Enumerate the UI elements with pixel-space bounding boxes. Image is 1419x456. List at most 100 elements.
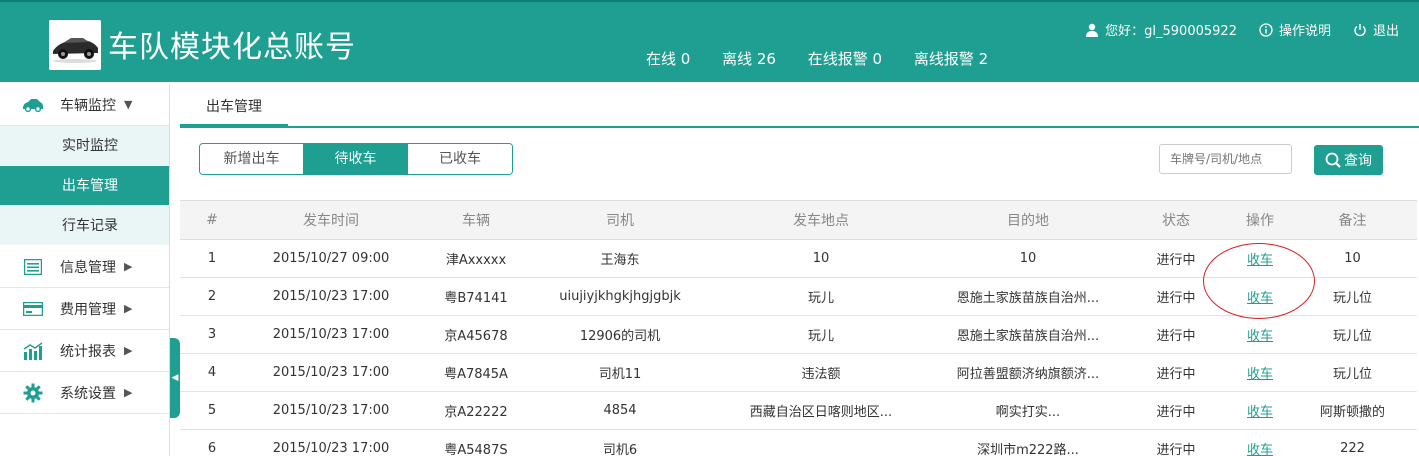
table-cell: 王海东 [534, 239, 706, 278]
return-vehicle-link[interactable]: 收车 [1247, 367, 1273, 382]
table-cell: 进行中 [1120, 315, 1232, 354]
table-cell: 深圳市m222路... [936, 429, 1120, 456]
sidebar-group-fee-management[interactable]: 费用管理 ▶ [0, 288, 169, 330]
table-row: 1 2015/10/27 09:00 津Axxxxx 王海东 10 10 进行中 收车 10 [180, 239, 1417, 278]
column-header: 目的地 [936, 200, 1120, 240]
table-cell: 恩施土家族苗族自治州... [936, 315, 1120, 354]
sidebar-group-statistics[interactable]: 统计报表 ▶ [0, 330, 169, 372]
operation-cell: 收车 [1232, 239, 1288, 278]
table-cell: 进行中 [1120, 277, 1232, 316]
status-stats: 在线 0 离线 26 在线报警 0 离线报警 2 [646, 48, 1015, 69]
table-cell: 阿斯顿撒的 [1288, 391, 1417, 430]
table-row: 5 2015/10/23 17:00 京A22222 4854 西藏自治区日喀则地区..… [180, 391, 1417, 430]
list-icon [22, 257, 44, 277]
column-header: 车辆 [418, 200, 534, 240]
stat-offline-alarm: 离线报警 2 [913, 50, 989, 68]
return-vehicle-link[interactable]: 收车 [1247, 329, 1273, 344]
table-cell: 玩儿位 [1288, 277, 1417, 316]
table-cell: 2015/10/23 17:00 [244, 353, 418, 392]
operation-cell: 收车 [1232, 277, 1288, 316]
table-cell: 3 [180, 315, 244, 354]
table-cell: 进行中 [1120, 239, 1232, 278]
table-cell: 4854 [534, 391, 706, 430]
table-cell: 玩儿位 [1288, 315, 1417, 354]
search-icon [1325, 152, 1341, 168]
search-input[interactable] [1159, 144, 1292, 174]
table-cell: 京A45678 [418, 315, 534, 354]
return-vehicle-link[interactable]: 收车 [1247, 405, 1273, 420]
table-cell: 2015/10/23 17:00 [244, 277, 418, 316]
search-button[interactable]: 查询 [1314, 145, 1383, 175]
caret-right-icon: ▶ [124, 260, 133, 273]
tab-bar: 出车管理 [180, 84, 1419, 128]
stat-offline: 离线 26 [722, 50, 776, 68]
table-cell: 2015/10/23 17:00 [244, 391, 418, 430]
sidebar-group-vehicle-monitor[interactable]: 车辆监控 ▼ [0, 84, 169, 126]
segment-pending-return[interactable]: 待收车 [304, 144, 408, 174]
table-cell: 阿拉善盟额济纳旗额济... [936, 353, 1120, 392]
table-cell: 玩儿位 [1288, 353, 1417, 392]
segment-new-dispatch[interactable]: 新增出车 [200, 144, 304, 174]
table-cell: uiujiyjkhgkjhgjgbjk [534, 277, 706, 316]
table-cell: 10 [1288, 239, 1417, 278]
column-header: 备注 [1288, 200, 1417, 240]
status-segmented-control: 新增出车 待收车 已收车 [199, 143, 513, 175]
user-icon [1086, 23, 1099, 37]
stat-online-alarm: 在线报警 0 [807, 50, 883, 68]
gear-icon [22, 383, 44, 403]
logout-link[interactable]: 退出 [1353, 20, 1399, 39]
table-cell: 违法额 [706, 353, 936, 392]
sidebar-item-dispatch-management[interactable]: 出车管理 [0, 166, 169, 206]
sidebar-collapse-handle[interactable]: ◀ [170, 338, 180, 418]
tab-dispatch-management[interactable]: 出车管理 [180, 84, 288, 128]
table-row: 4 2015/10/23 17:00 粤A7845A 司机11 违法额 阿拉善盟额济纳旗额… [180, 353, 1417, 392]
column-header: 操作 [1232, 200, 1288, 240]
table-cell: 玩儿 [706, 315, 936, 354]
table-cell: 6 [180, 429, 244, 456]
sidebar-item-trip-records[interactable]: 行车记录 [0, 206, 169, 246]
caret-right-icon: ▶ [124, 302, 133, 315]
stat-online: 在线 0 [646, 50, 691, 68]
operation-cell: 收车 [1232, 315, 1288, 354]
table-cell: 进行中 [1120, 391, 1232, 430]
card-icon [22, 299, 44, 319]
table-cell: 10 [936, 239, 1120, 278]
table-cell: 司机11 [534, 353, 706, 392]
table-cell: 进行中 [1120, 429, 1232, 456]
car-icon [22, 95, 44, 115]
sidebar-item-realtime-monitor[interactable]: 实时监控 [0, 126, 169, 166]
table-cell: 恩施土家族苗族自治州... [936, 277, 1120, 316]
power-icon [1354, 23, 1366, 36]
table-cell: 2015/10/23 17:00 [244, 429, 418, 456]
table-row: 3 2015/10/23 17:00 京A45678 12906的司机 玩儿 恩施土家族苗… [180, 315, 1417, 354]
return-vehicle-link[interactable]: 收车 [1247, 253, 1273, 268]
table-cell: 啊实打实... [936, 391, 1120, 430]
table-cell: 司机6 [534, 429, 706, 456]
table-cell: 222 [1288, 429, 1417, 456]
help-link[interactable]: 操作说明 [1259, 20, 1331, 39]
table-cell: 西藏自治区日喀则地区... [706, 391, 936, 430]
top-header: 车队模块化总账号 在线 0 离线 26 在线报警 0 离线报警 2 您好：gl_… [0, 0, 1419, 82]
table-cell: 粤A5487S [418, 429, 534, 456]
table-cell: 1 [180, 239, 244, 278]
sidebar: 车辆监控 ▼ 实时监控 出车管理 行车记录 信息管理 ▶ 费用管理 ▶ 统计报表… [0, 84, 170, 456]
table-cell: 玩儿 [706, 277, 936, 316]
return-vehicle-link[interactable]: 收车 [1247, 291, 1273, 306]
sidebar-group-info-management[interactable]: 信息管理 ▶ [0, 246, 169, 288]
table-cell: 10 [706, 239, 936, 278]
sidebar-group-system-settings[interactable]: 系统设置 ▶ [0, 372, 169, 414]
table-row: 2 2015/10/23 17:00 粤B74141 uiujiyjkhgkjhgjg… [180, 277, 1417, 316]
table-cell [706, 429, 936, 456]
segment-returned[interactable]: 已收车 [408, 144, 512, 174]
caret-right-icon: ▶ [124, 344, 133, 357]
column-header: 状态 [1120, 200, 1232, 240]
table-header-row: # 发车时间 车辆 司机 发车地点 目的地 状态 操作 备注 [180, 200, 1417, 240]
dispatch-table: # 发车时间 车辆 司机 发车地点 目的地 状态 操作 备注 1 2015/10/… [180, 200, 1417, 456]
table-cell: 5 [180, 391, 244, 430]
column-header: 发车时间 [244, 200, 418, 240]
caret-down-icon: ▼ [124, 98, 133, 111]
logo-car-image [49, 20, 101, 70]
return-vehicle-link[interactable]: 收车 [1247, 443, 1273, 456]
table-cell: 12906的司机 [534, 315, 706, 354]
app-title: 车队模块化总账号 [108, 30, 356, 65]
